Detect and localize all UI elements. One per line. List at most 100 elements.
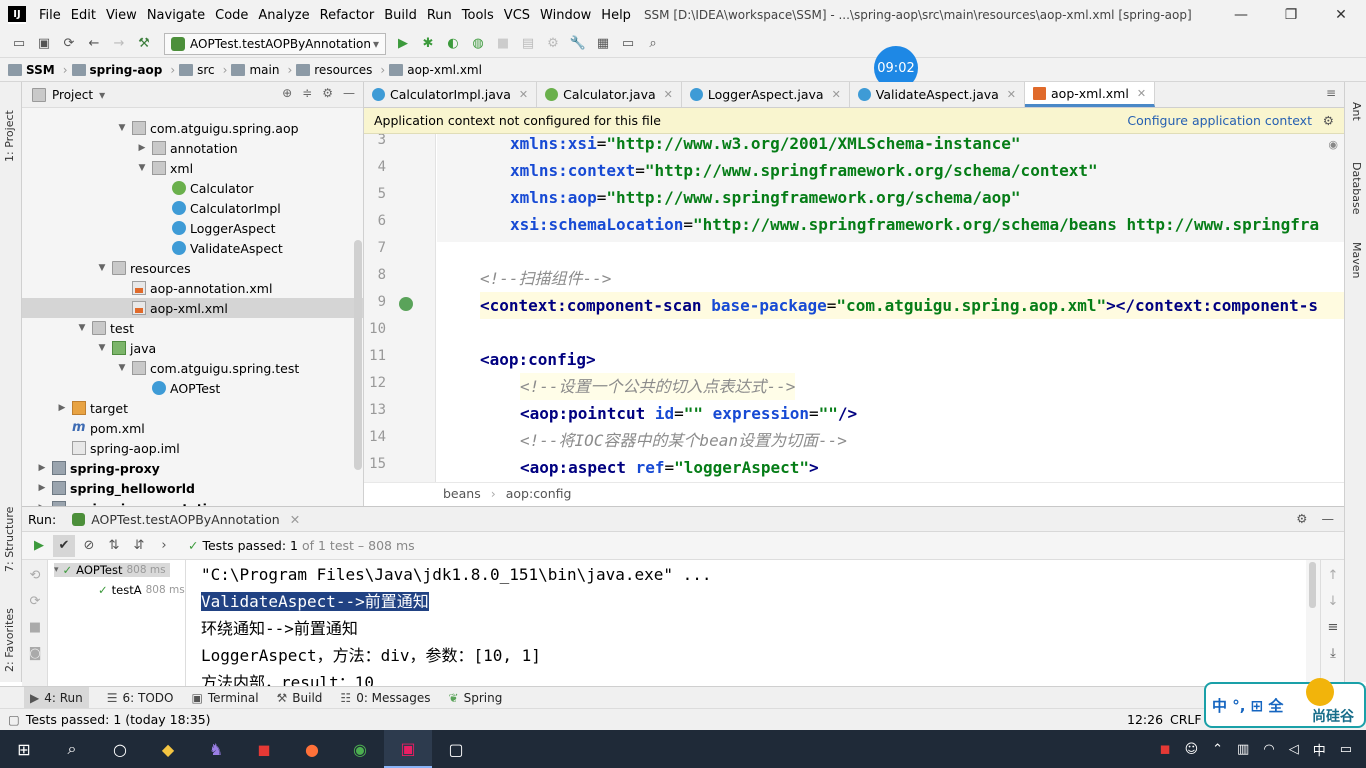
profile-icon[interactable]: ◍ <box>467 33 489 55</box>
project-panel-title[interactable]: Project <box>52 88 93 102</box>
layout-icon[interactable]: ▤ <box>517 33 539 55</box>
close-tab-icon[interactable]: ✕ <box>519 88 528 101</box>
app-icon[interactable]: ◆ <box>144 730 192 768</box>
project-tool-button[interactable]: 1: Project <box>3 92 16 162</box>
toggle-autotest-icon[interactable]: ⟳ <box>24 590 46 612</box>
favorites-tool-button[interactable]: 2: Favorites <box>3 592 16 672</box>
chevron-down-icon[interactable]: ▼ <box>116 123 128 133</box>
wifi-icon[interactable]: ◠ <box>1263 742 1274 757</box>
tree-item[interactable]: ValidateAspect <box>22 238 363 258</box>
inspection-eye-icon[interactable]: ◉ <box>1328 138 1338 151</box>
tree-item[interactable]: ▼ test <box>22 318 363 338</box>
run-configuration-select[interactable]: AOPTest.testAOPByAnnotation ▾ <box>164 32 386 55</box>
run-icon[interactable]: ▶ <box>392 33 414 55</box>
tree-item[interactable]: aop-annotation.xml <box>22 278 363 298</box>
open-folder-icon[interactable]: ▭ <box>8 33 30 55</box>
project-scrollbar[interactable] <box>354 240 362 470</box>
maven-tool-button[interactable]: Maven <box>1350 242 1363 302</box>
chevron-down-icon[interactable]: ▼ <box>116 363 128 373</box>
code-editor[interactable]: 3 4 5 6 7 8 9 10 11 12 13 14 15 xmlns:xsi="http://ww… <box>364 134 1344 482</box>
tab-run[interactable]: ▶ 4: Run <box>24 686 89 709</box>
menu-navigate[interactable]: Navigate <box>142 8 210 23</box>
sort-duration-icon[interactable]: ⇵ <box>128 535 150 557</box>
tree-item[interactable]: Calculator <box>22 178 363 198</box>
typora-icon[interactable]: ▢ <box>432 730 480 768</box>
soft-wrap-icon[interactable]: ≡ <box>1322 616 1344 638</box>
tree-item[interactable]: m pom.xml <box>22 418 363 438</box>
editor-tab[interactable]: CalculatorImpl.java ✕ <box>364 82 538 107</box>
chevron-up-icon[interactable]: ⌃ <box>1212 742 1223 757</box>
settings-wrench-icon[interactable]: 🔧 <box>567 33 589 55</box>
xml-crumb-aop-config[interactable]: aop:config <box>506 486 572 501</box>
tree-item[interactable]: aop-xml.xml <box>22 298 363 318</box>
menu-refactor[interactable]: Refactor <box>315 8 380 23</box>
chevron-down-icon[interactable]: ▼ <box>96 343 108 353</box>
tabs-menu-icon[interactable]: ≡ <box>1326 86 1336 100</box>
editor-tab[interactable]: ValidateAspect.java ✕ <box>850 82 1026 107</box>
breadcrumb-resources[interactable]: resources <box>296 63 372 77</box>
back-icon[interactable]: ← <box>83 33 105 55</box>
tree-item[interactable]: ▶ target <box>22 398 363 418</box>
tree-item[interactable]: ▶ spring-proxy <box>22 458 363 478</box>
expand-icon[interactable]: › <box>153 535 175 557</box>
menu-view[interactable]: View <box>101 8 142 23</box>
run-tab[interactable]: AOPTest.testAOPByAnnotation <box>72 512 280 527</box>
search-icon[interactable]: ⌕ <box>642 33 664 55</box>
breadcrumb-main[interactable]: main <box>231 63 279 77</box>
chevron-down-icon[interactable]: ▼ <box>76 323 88 333</box>
editor-tab[interactable]: aop-xml.xml ✕ <box>1025 82 1156 107</box>
scroll-to-end-icon[interactable]: ⤓ <box>1322 642 1344 664</box>
tree-item[interactable]: ▼ com.atguigu.spring.aop <box>22 118 363 138</box>
menu-vcs[interactable]: VCS <box>499 8 535 23</box>
console-output[interactable]: "C:\Program Files\Java\jdk1.8.0_151\bin\… <box>186 560 1306 686</box>
caret-position[interactable]: 12:26 <box>1127 712 1163 727</box>
hide-panel-icon[interactable]: — <box>1322 511 1335 526</box>
chevron-down-icon[interactable]: ▼ <box>96 263 108 273</box>
coverage-icon[interactable]: ◐ <box>442 33 464 55</box>
sort-alpha-icon[interactable]: ⇅ <box>103 535 125 557</box>
tab-spring[interactable]: ❦ Spring <box>449 691 503 705</box>
project-structure-icon[interactable]: ▦ <box>592 33 614 55</box>
tab-todo[interactable]: ☰ 6: TODO <box>107 691 174 705</box>
ant-tool-button[interactable]: Ant <box>1350 102 1363 162</box>
notification-icon[interactable]: ▭ <box>1340 742 1352 757</box>
menu-code[interactable]: Code <box>210 8 253 23</box>
firefox-icon[interactable]: ● <box>288 730 336 768</box>
chevron-down-icon[interactable]: ▾ <box>99 88 105 102</box>
locate-icon[interactable]: ⊕ <box>282 86 292 100</box>
network-icon[interactable]: ▥ <box>1237 742 1249 757</box>
console-scrollbar[interactable] <box>1306 560 1320 686</box>
sync-icon[interactable]: ⟳ <box>58 33 80 55</box>
tree-item[interactable]: ▼ xml <box>22 158 363 178</box>
menu-help[interactable]: Help <box>596 8 636 23</box>
menu-build[interactable]: Build <box>379 8 422 23</box>
show-ignored-icon[interactable]: ⊘ <box>78 535 100 557</box>
breadcrumb-src[interactable]: src <box>179 63 215 77</box>
tree-item[interactable]: ▼ java <box>22 338 363 358</box>
collapse-all-icon[interactable]: ≑ <box>302 86 312 100</box>
tree-item[interactable]: ▶ spring_helloworld <box>22 478 363 498</box>
camera-icon[interactable]: ◙ <box>24 642 46 664</box>
chevron-down-icon[interactable]: ▼ <box>136 163 148 173</box>
task-view-icon[interactable]: ○ <box>96 730 144 768</box>
search-icon[interactable]: ⌕ <box>48 730 96 768</box>
menu-tools[interactable]: Tools <box>457 8 499 23</box>
database-tool-button[interactable]: Database <box>1350 162 1363 232</box>
close-tab-icon[interactable]: ✕ <box>664 88 673 101</box>
chevron-right-icon[interactable]: ▶ <box>136 143 148 153</box>
tree-item[interactable]: AOPTest <box>22 378 363 398</box>
language-icon[interactable]: 中 <box>1313 740 1326 759</box>
ime-mode-text[interactable]: 中 °, ⊞ 全 <box>1212 695 1283 716</box>
menu-window[interactable]: Window <box>535 8 596 23</box>
close-tab-icon[interactable]: ✕ <box>832 88 841 101</box>
tree-item[interactable]: ▼ resources <box>22 258 363 278</box>
maximize-icon[interactable]: ❐ <box>1266 0 1316 30</box>
configure-context-link[interactable]: Configure application context <box>1127 113 1312 128</box>
chevron-right-icon[interactable]: ▶ <box>36 463 48 473</box>
terminal-window-icon[interactable]: ▭ <box>617 33 639 55</box>
minimize-icon[interactable]: — <box>1216 0 1266 30</box>
stop-icon[interactable]: ■ <box>492 33 514 55</box>
line-separator[interactable]: CRLF <box>1170 712 1202 727</box>
tree-item[interactable]: ▼ com.atguigu.spring.test <box>22 358 363 378</box>
build-hammer-icon[interactable]: ⚒ <box>133 33 155 55</box>
